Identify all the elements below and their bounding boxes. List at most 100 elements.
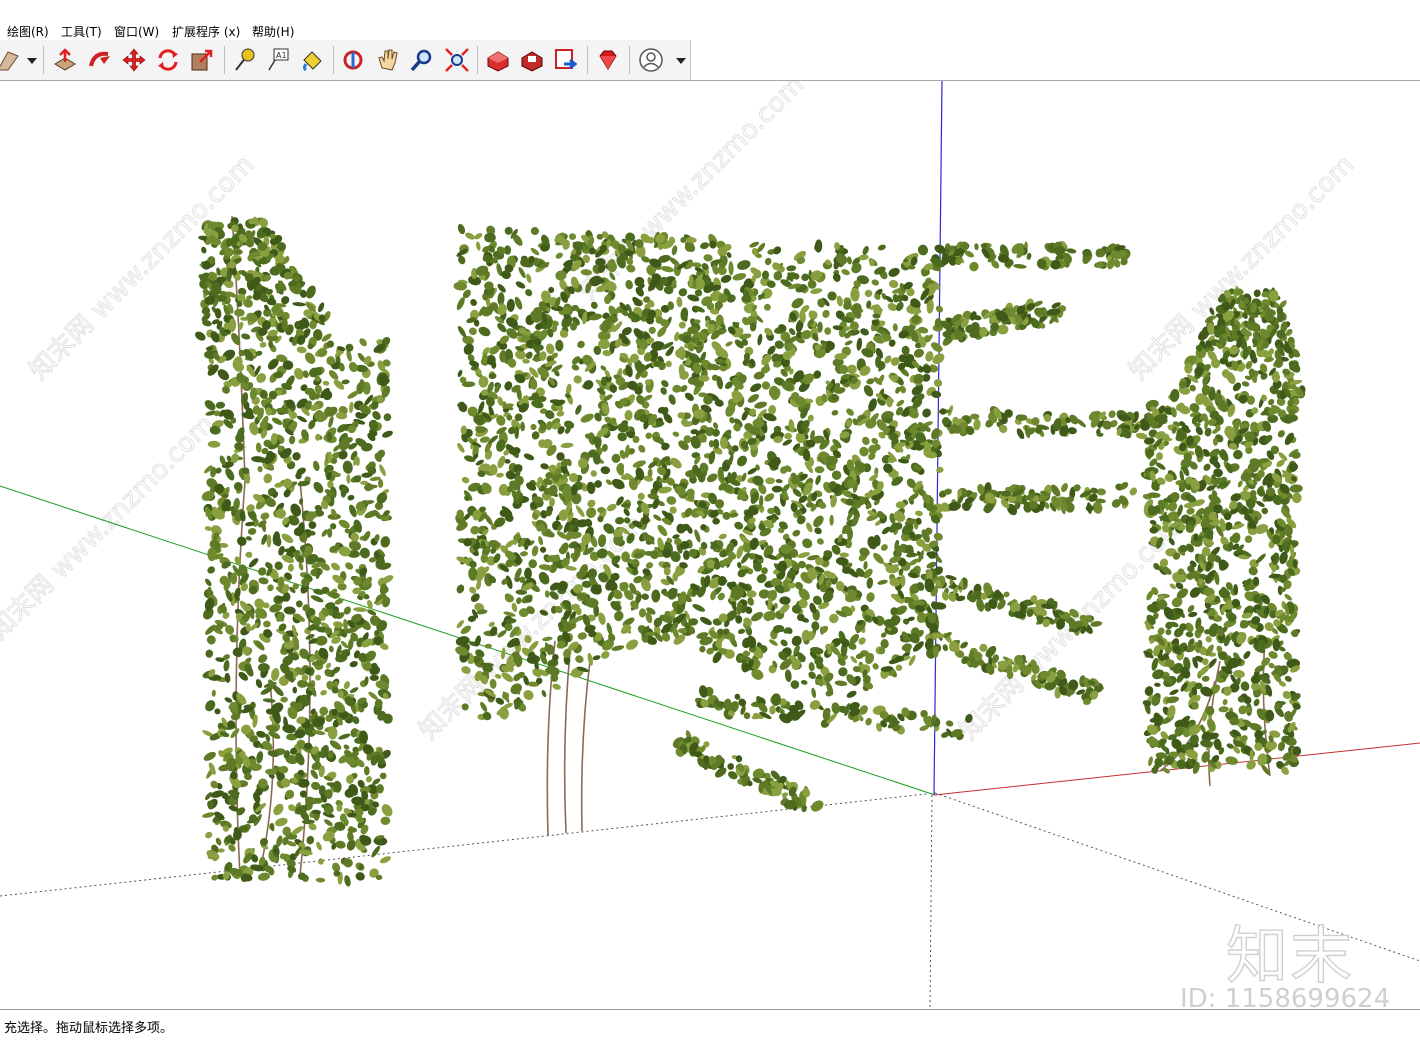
leaf — [625, 639, 639, 650]
leaf — [866, 577, 874, 589]
leaf — [775, 478, 783, 484]
leaf — [660, 387, 667, 395]
3d-warehouse-icon[interactable] — [484, 46, 512, 74]
leaf — [292, 686, 298, 694]
leaf — [933, 532, 943, 541]
menu-window[interactable]: 窗口(W) — [114, 23, 159, 40]
leaf — [255, 442, 262, 453]
leaf — [204, 400, 216, 411]
leaf — [886, 396, 893, 408]
leaf — [806, 522, 813, 533]
leaf — [484, 232, 496, 243]
orbit-icon[interactable] — [339, 46, 367, 74]
leaf — [338, 519, 350, 529]
leaf — [258, 663, 270, 672]
leaf — [1096, 432, 1104, 437]
leaf — [552, 683, 561, 690]
leaf — [779, 596, 791, 605]
leaf — [341, 379, 350, 385]
push-pull-icon[interactable] — [51, 46, 79, 74]
menu-tools[interactable]: 工具(T) — [61, 23, 102, 40]
leaf — [474, 233, 483, 240]
leaf — [834, 242, 840, 251]
menu-draw[interactable]: 绘图(R) — [7, 23, 49, 40]
pan-hand-icon[interactable] — [374, 46, 402, 74]
leaf — [310, 595, 324, 603]
leaf — [458, 402, 468, 413]
toolbar-separator — [629, 46, 630, 74]
zoom-icon[interactable] — [408, 46, 436, 74]
leaf — [292, 302, 306, 307]
leaf — [736, 455, 748, 467]
leaf — [317, 348, 328, 358]
leaf — [329, 740, 342, 750]
menu-help[interactable]: 帮助(H) — [252, 23, 294, 40]
leaf — [699, 685, 708, 698]
leaf — [638, 608, 647, 618]
leaf — [606, 503, 617, 512]
leaf — [333, 621, 344, 628]
leaf — [706, 473, 718, 483]
leaf — [771, 485, 783, 493]
leaf — [936, 466, 944, 473]
account-dropdown-icon[interactable] — [668, 46, 688, 74]
leaf — [1013, 263, 1027, 269]
zoom-extents-icon[interactable] — [443, 46, 471, 74]
leaf — [764, 257, 772, 266]
leaf — [205, 649, 214, 658]
leaf — [457, 325, 467, 338]
leaf — [692, 604, 706, 612]
leaf — [834, 680, 848, 687]
leaf — [245, 551, 253, 558]
leaf — [233, 482, 243, 491]
leaf — [888, 267, 900, 277]
text-icon[interactable]: A1 — [264, 46, 292, 74]
leaf — [345, 343, 354, 352]
follow-me-icon[interactable] — [86, 46, 114, 74]
leaf — [248, 558, 259, 568]
leaf — [379, 464, 386, 477]
leaf — [860, 328, 869, 336]
leaf — [347, 390, 360, 399]
move-icon[interactable] — [120, 46, 148, 74]
leaf — [538, 571, 550, 585]
dropdown-arrow-icon[interactable] — [18, 46, 38, 74]
leaf — [315, 433, 321, 441]
leaf — [359, 338, 367, 347]
ivy-column-left — [195, 215, 394, 887]
paint-bucket-icon[interactable] — [298, 46, 326, 74]
leaf — [914, 510, 923, 517]
leaf — [666, 496, 677, 505]
leaf — [540, 546, 547, 553]
extension-warehouse-icon[interactable] — [518, 46, 546, 74]
leaf — [901, 643, 912, 652]
leaf — [381, 804, 393, 817]
leaf — [291, 826, 304, 835]
tape-measure-icon[interactable] — [230, 46, 258, 74]
user-account-icon[interactable] — [637, 46, 665, 74]
menu-extensions[interactable]: 扩展程序 (x) — [172, 23, 240, 40]
toolbar-separator — [333, 46, 334, 74]
leaf — [349, 660, 358, 668]
leaf — [322, 380, 330, 386]
leaf — [255, 679, 263, 689]
leaf — [538, 536, 544, 546]
leaf — [478, 326, 491, 337]
ruby-console-icon[interactable] — [594, 46, 622, 74]
send-to-layout-icon[interactable] — [552, 46, 580, 74]
leaf — [825, 455, 838, 466]
scene-canvas[interactable]: 知末网 www.znzmo.com 知末网 www.znzmo.com 知末网 ww… — [0, 81, 1420, 1009]
leaf — [896, 399, 905, 407]
leaf — [497, 284, 506, 293]
leaf — [732, 273, 747, 281]
rotate-icon[interactable] — [154, 46, 182, 74]
leaf — [638, 444, 646, 453]
leaf — [258, 654, 268, 663]
leaf — [367, 609, 377, 616]
leaf — [846, 408, 854, 416]
leaf — [195, 331, 206, 341]
model-viewport[interactable]: 知末网 www.znzmo.com 知末网 www.znzmo.com 知末网 ww… — [0, 81, 1420, 1009]
scale-icon[interactable] — [188, 46, 216, 74]
leaf — [624, 409, 633, 421]
leaf — [343, 744, 350, 750]
